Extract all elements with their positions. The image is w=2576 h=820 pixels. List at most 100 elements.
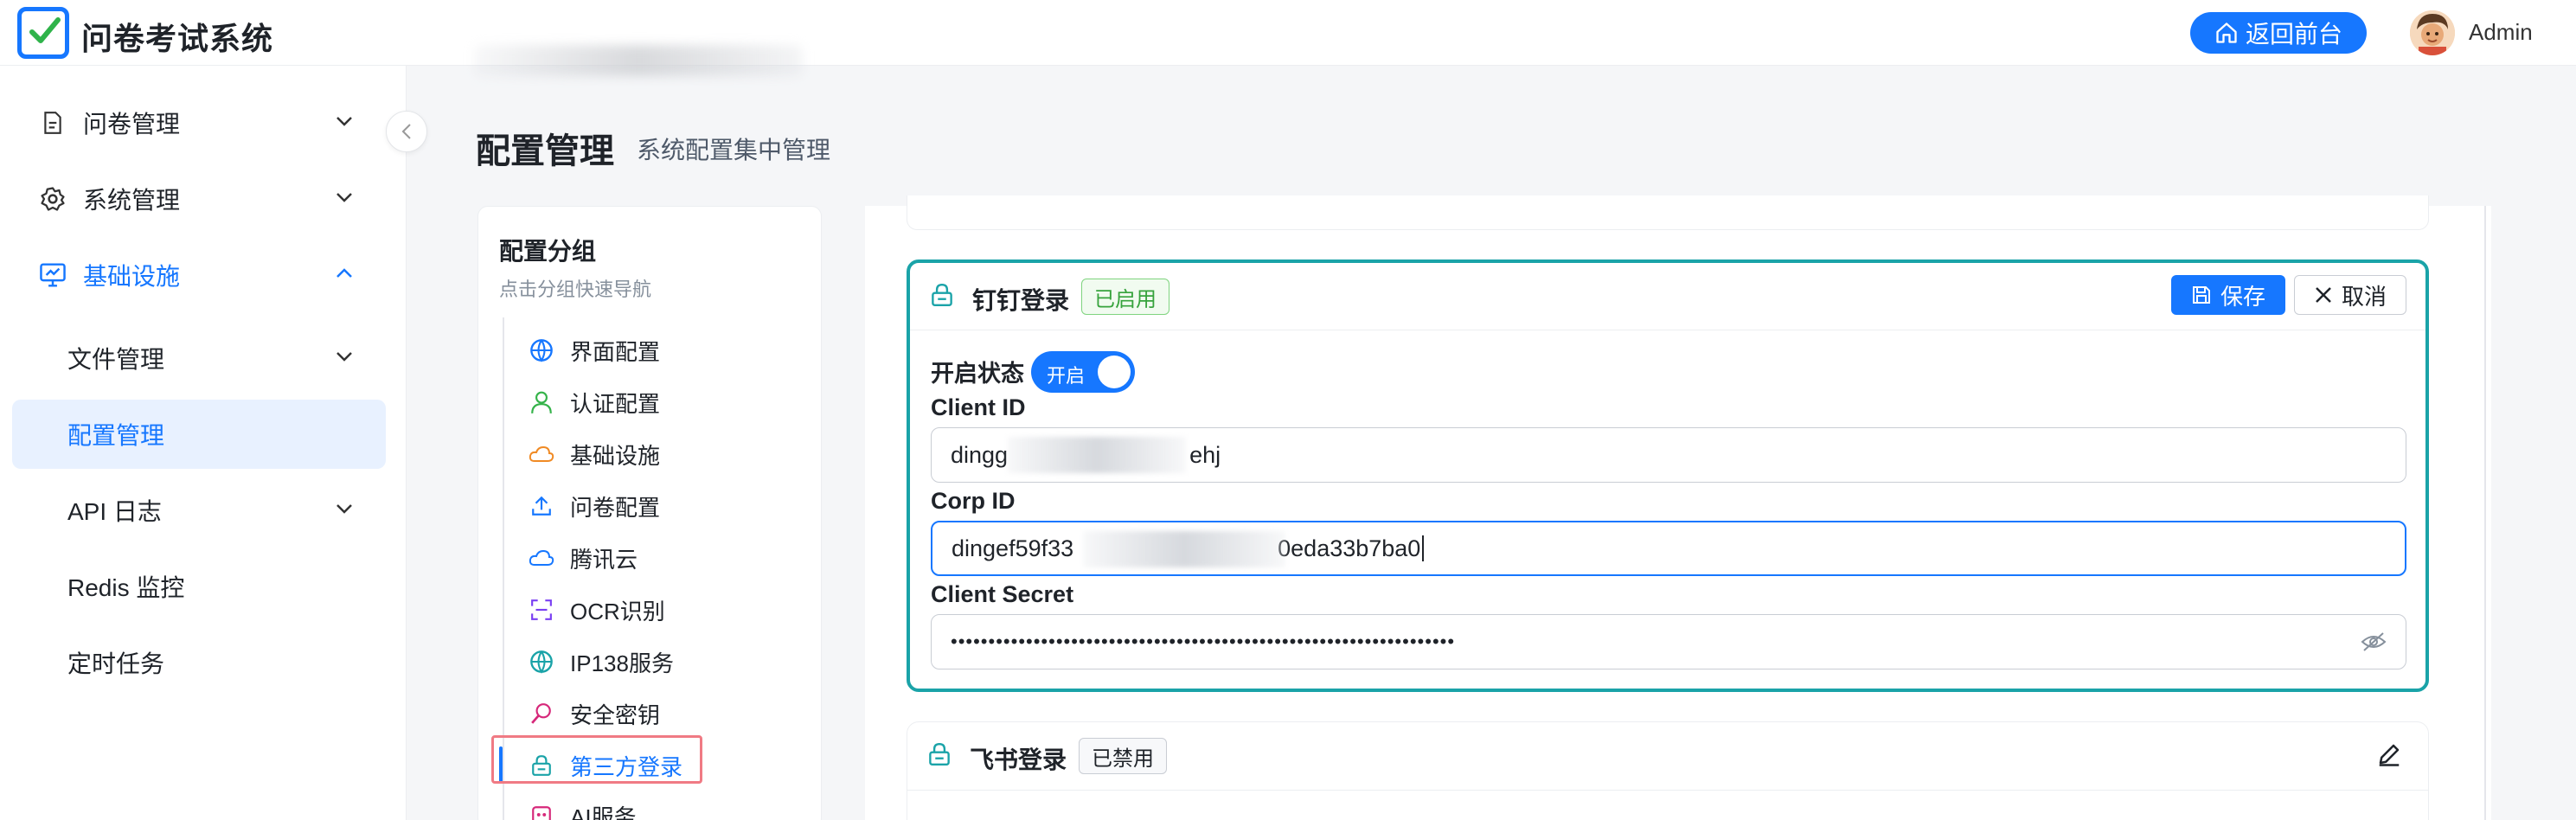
gear-icon: [38, 184, 67, 214]
config-group-panel: 配置分组 点击分组快速导航 界面配置 认证配置 基础设施 问卷配置 腾讯云 OC…: [477, 206, 822, 820]
corp-id-field[interactable]: dingef59f33 0eda33b7ba0: [931, 521, 2406, 576]
status-badge: 已禁用: [1079, 738, 1167, 774]
save-icon: [2192, 286, 2210, 304]
dingtalk-login-card: 钉钉登录 已启用 保存 取消 开启状态 开启 Client ID dingg e…: [907, 259, 2429, 692]
client-secret-field[interactable]: ••••••••••••••••••••••••••••••••••••••••…: [931, 614, 2406, 669]
user-icon: [529, 389, 554, 415]
cancel-label: 取消: [2341, 283, 2387, 310]
eye-slash-icon[interactable]: [2361, 631, 2387, 658]
sidebar-item-file-management[interactable]: 文件管理: [12, 324, 386, 393]
group-item-label: AI服务: [570, 804, 637, 820]
sidebar-item-survey[interactable]: 问卷管理: [12, 88, 386, 157]
group-item-label: 腾讯云: [570, 546, 638, 573]
sidebar-collapse-button[interactable]: [386, 111, 427, 152]
sidebar-item-redis-monitor[interactable]: Redis 监控: [12, 552, 386, 621]
top-bar: 问卷考试系统 返回前台 Admin: [0, 0, 2576, 76]
group-item-label: 认证配置: [570, 390, 661, 417]
avatar[interactable]: [2410, 10, 2455, 55]
sidebar-item-config-management[interactable]: 配置管理: [12, 400, 386, 469]
client-id-value-end: ehj: [1189, 441, 1221, 468]
sidebar-item-label: API 日志: [67, 498, 162, 525]
monitor-icon: [38, 260, 67, 290]
cloud-icon: [529, 545, 554, 571]
corp-id-label: Corp ID: [931, 488, 1016, 514]
group-panel-hint: 点击分组快速导航: [499, 279, 652, 300]
group-item-label: 基础设施: [570, 442, 661, 469]
previous-config-card: [907, 195, 2429, 230]
card-divider: [907, 790, 2428, 791]
client-id-label: Client ID: [931, 394, 1026, 420]
globe-icon: [529, 337, 554, 363]
feishu-login-card: 飞书登录 已禁用: [907, 721, 2429, 820]
avatar-icon: [2410, 10, 2455, 55]
group-item-survey-config[interactable]: 问卷配置: [529, 487, 660, 525]
save-button[interactable]: 保存: [2171, 275, 2285, 315]
document-icon: [38, 108, 67, 138]
group-item-label: 问卷配置: [570, 494, 661, 521]
cloud-icon: [529, 441, 554, 467]
sidebar-item-api-log[interactable]: API 日志: [12, 476, 386, 545]
group-item-security-keys[interactable]: 安全密钥: [529, 695, 660, 733]
globe-icon: [529, 649, 554, 675]
sidebar: 问卷管理 系统管理 基础设施 文件管理 配置管理 API 日志 Redis 监控…: [0, 66, 407, 820]
sidebar-item-label: 问卷管理: [83, 111, 181, 138]
client-id-value-start: dingg: [951, 441, 1009, 468]
sidebar-item-infrastructure[interactable]: 基础设施: [12, 240, 386, 310]
chevron-left-icon: [401, 124, 411, 139]
group-item-ui-config[interactable]: 界面配置: [529, 331, 660, 369]
status-badge: 已启用: [1081, 279, 1169, 315]
group-item-label: OCR识别: [570, 598, 665, 625]
sidebar-item-label: 配置管理: [67, 422, 165, 449]
corp-id-value-start: dingef59f33: [952, 535, 1074, 561]
group-item-ip138[interactable]: IP138服务: [529, 643, 674, 681]
sidebar-item-label: 定时任务: [67, 650, 165, 677]
edit-icon[interactable]: [2376, 741, 2402, 772]
redaction-mask: [1008, 437, 1186, 473]
highlight-box: [491, 735, 702, 784]
toggle-knob: [1098, 356, 1131, 388]
client-id-field[interactable]: dingg ehj: [931, 427, 2406, 483]
cancel-button[interactable]: 取消: [2294, 275, 2406, 315]
user-name: Admin: [2469, 19, 2533, 45]
enable-status-label: 开启状态: [931, 361, 1024, 387]
page-title: 配置管理: [476, 132, 614, 170]
sidebar-item-system[interactable]: 系统管理: [12, 164, 386, 234]
app-title: 问卷考试系统: [81, 21, 274, 56]
check-icon: [29, 17, 61, 43]
client-secret-value: ••••••••••••••••••••••••••••••••••••••••…: [951, 631, 1456, 652]
chevron-down-icon: [332, 109, 356, 133]
robot-icon: [529, 803, 554, 820]
card-title: 钉钉登录: [972, 287, 1070, 314]
client-secret-label: Client Secret: [931, 581, 1074, 607]
save-label: 保存: [2220, 283, 2265, 310]
scan-icon: [529, 597, 554, 623]
sidebar-item-scheduled-tasks[interactable]: 定时任务: [12, 628, 386, 697]
lock-icon: [928, 741, 951, 772]
toggle-label: 开启: [1047, 365, 1086, 387]
group-item-ocr[interactable]: OCR识别: [529, 591, 665, 629]
group-item-ai-service[interactable]: AI服务: [529, 797, 637, 820]
group-item-tencent-cloud[interactable]: 腾讯云: [529, 539, 638, 577]
back-to-frontend-button[interactable]: 返回前台: [2190, 12, 2367, 54]
card-header: 钉钉登录 已启用 保存 取消: [910, 263, 2425, 330]
group-item-label: IP138服务: [570, 650, 674, 676]
sidebar-item-label: 基础设施: [83, 263, 181, 290]
lock-icon: [931, 282, 953, 312]
chevron-up-icon: [332, 261, 356, 285]
enable-toggle[interactable]: 开启: [1031, 351, 1135, 393]
group-item-infrastructure[interactable]: 基础设施: [529, 435, 660, 473]
search-icon: [529, 701, 554, 727]
sidebar-item-label: Redis 监控: [67, 574, 185, 601]
app-logo[interactable]: [17, 7, 69, 59]
upload-icon: [529, 493, 554, 519]
breadcrumb: [474, 45, 803, 76]
corp-id-value-end: 0eda33b7ba0: [1278, 535, 1421, 561]
redaction-mask: [1083, 531, 1285, 567]
close-icon: [2316, 287, 2331, 303]
card-title: 飞书登录: [970, 746, 1067, 773]
group-item-label: 界面配置: [570, 338, 661, 365]
text-cursor: [1422, 535, 1425, 561]
content-scroll-track[interactable]: [2484, 206, 2486, 820]
chevron-down-icon: [332, 344, 356, 368]
group-item-auth-config[interactable]: 认证配置: [529, 383, 660, 421]
